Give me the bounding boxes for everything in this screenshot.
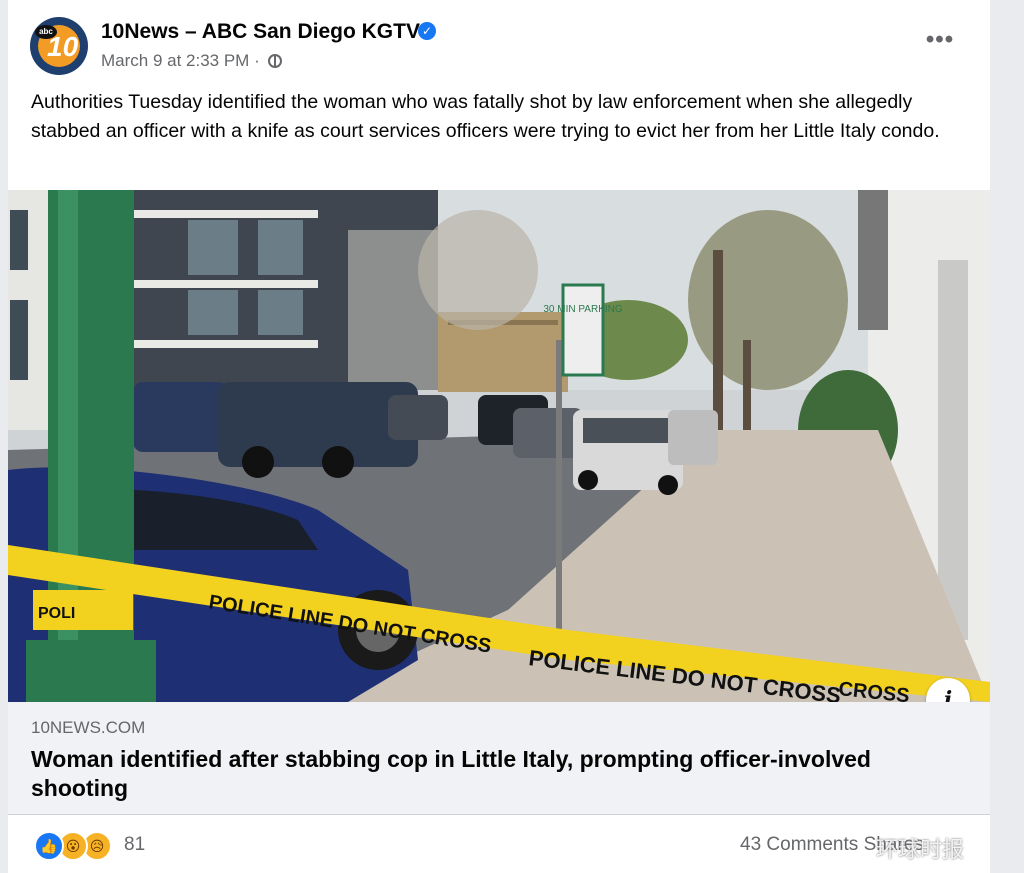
- post-timestamp[interactable]: March 9 at 2:33 PM ·: [101, 51, 260, 70]
- police-tape-text-4: POLI: [38, 605, 75, 622]
- post-body-text: Authorities Tuesday identified the woman…: [31, 91, 940, 142]
- reaction-count[interactable]: 81: [124, 834, 145, 856]
- post-photo[interactable]: 30 MIN PARKING POLICE LINE DO NOT CROSS …: [8, 190, 990, 702]
- watermark: 环球时报: [876, 838, 965, 863]
- post-meta: March 9 at 2:33 PM ·: [101, 51, 283, 71]
- post-header: abc 10 10News – ABC San Diego KGTV ✓ Mar…: [8, 0, 990, 86]
- verified-badge-icon: ✓: [418, 22, 436, 40]
- footer-divider: [8, 814, 990, 815]
- link-preview[interactable]: 10NEWS.COM Woman identified after stabbi…: [8, 702, 990, 814]
- parking-sign-text: 30 MIN PARKING: [543, 304, 622, 315]
- more-icon[interactable]: •••: [920, 28, 960, 60]
- page-name-link[interactable]: 10News – ABC San Diego KGTV: [101, 20, 420, 44]
- street-scene-image: 30 MIN PARKING POLICE LINE DO NOT CROSS …: [8, 190, 990, 702]
- link-domain: 10NEWS.COM: [31, 718, 146, 737]
- comments-count[interactable]: 43 Comments: [740, 834, 858, 855]
- avatar-logo-text: 10: [47, 31, 79, 62]
- post-card: abc 10 10News – ABC San Diego KGTV ✓ Mar…: [8, 0, 990, 873]
- globe-icon: [268, 54, 283, 68]
- link-title[interactable]: Woman identified after stabbing cop in L…: [31, 745, 961, 803]
- page-avatar[interactable]: abc 10: [30, 17, 88, 75]
- like-reaction-icon: 👍: [34, 831, 64, 861]
